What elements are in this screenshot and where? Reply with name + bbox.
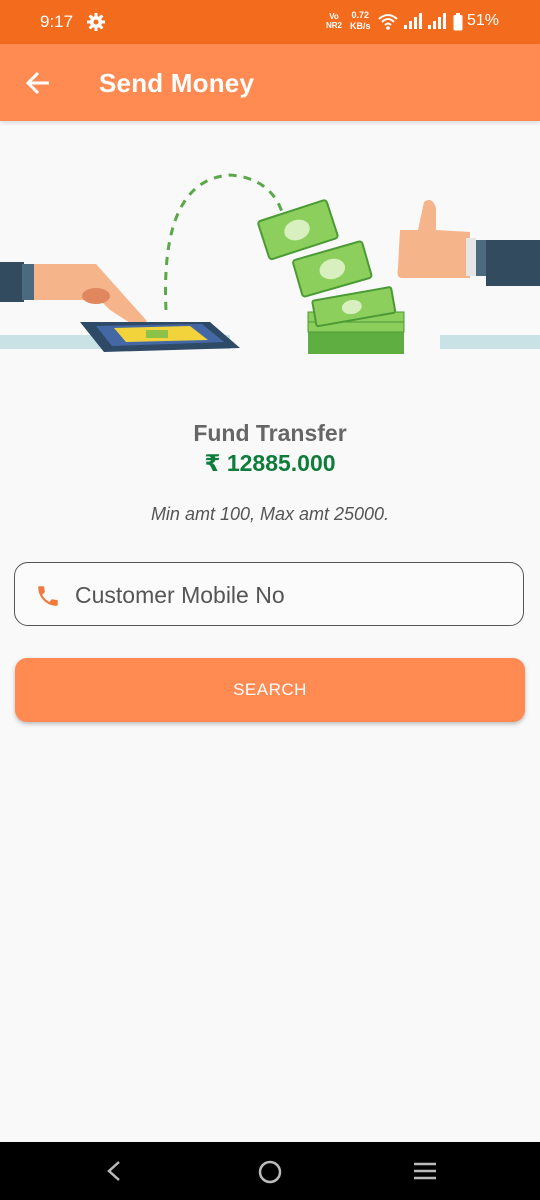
customer-mobile-field[interactable]	[14, 562, 524, 626]
app-bar: Send Money	[0, 44, 540, 121]
search-button[interactable]: SEARCH	[15, 658, 525, 722]
speed-unit: KB/s	[350, 21, 371, 31]
wifi-icon	[378, 14, 398, 30]
gear-icon	[87, 13, 105, 31]
page-title: Send Money	[99, 68, 255, 98]
customer-mobile-input[interactable]	[73, 573, 507, 617]
network-top-label: Vo	[329, 12, 339, 21]
nav-back-icon[interactable]	[104, 1159, 124, 1183]
wallet-balance: ₹ 12885.000	[204, 450, 336, 476]
battery-icon	[453, 13, 463, 31]
navigation-bar	[0, 1142, 540, 1200]
nav-recents-icon[interactable]	[411, 1160, 439, 1182]
volte-icon: Vo NR2	[326, 12, 342, 30]
speed-value: 0.72	[351, 10, 370, 20]
signal-icon	[404, 13, 422, 29]
arrow-left-icon[interactable]	[24, 68, 54, 98]
nav-home-icon[interactable]	[257, 1159, 283, 1185]
status-bar: 9:17 Vo NR2 0.72 KB/s 51%	[0, 0, 540, 44]
fund-transfer-title: Fund Transfer	[193, 420, 347, 446]
network-speed: 0.72 KB/s	[350, 10, 371, 32]
battery-level: 51%	[467, 12, 500, 29]
network-bottom-label: NR2	[326, 21, 343, 30]
amount-limits: Min amt 100, Max amt 25000.	[150, 504, 390, 524]
phone-icon	[38, 586, 58, 606]
status-time: 9:17	[40, 12, 74, 31]
signal-icon	[428, 13, 446, 29]
money-transfer-illustration	[0, 173, 540, 354]
